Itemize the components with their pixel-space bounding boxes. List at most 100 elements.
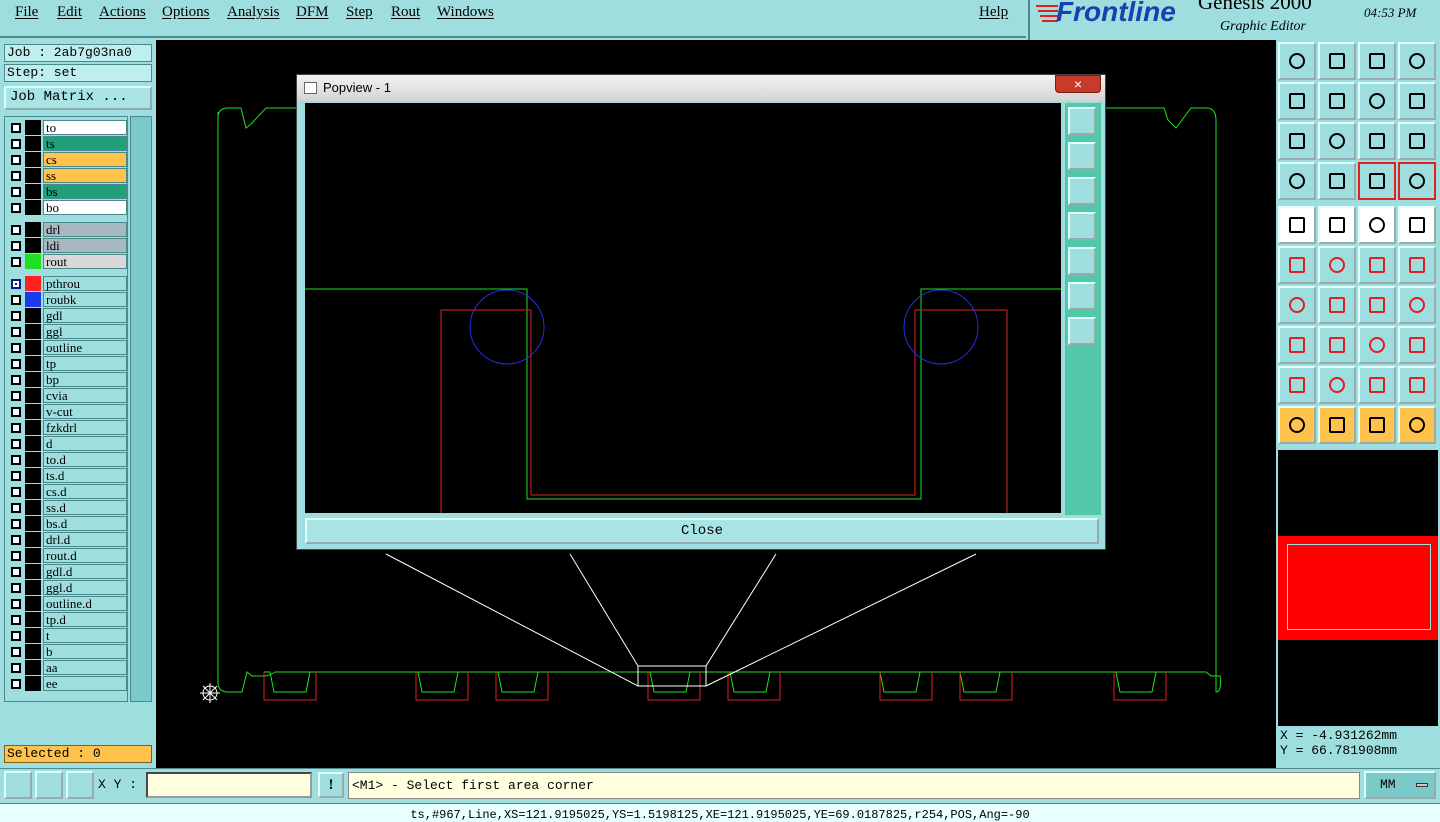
menu-windows[interactable]: Windows <box>437 4 494 21</box>
layer-checkbox[interactable] <box>11 503 21 513</box>
layer-row[interactable]: drl <box>7 222 127 237</box>
select-pad-icon[interactable] <box>1278 206 1316 244</box>
close-icon[interactable]: × <box>1055 75 1101 93</box>
layer-name[interactable]: tp.d <box>43 612 127 627</box>
home-view-icon[interactable] <box>1358 42 1396 80</box>
layer-row[interactable]: to.d <box>7 452 127 467</box>
layer-checkbox[interactable] <box>11 439 21 449</box>
pad-shape-icon[interactable] <box>1398 206 1436 244</box>
menu-options[interactable]: Options <box>162 4 210 21</box>
center-view-icon[interactable] <box>1318 122 1356 160</box>
edit-line-icon[interactable] <box>1318 286 1356 324</box>
add-feature-icon[interactable] <box>1398 246 1436 284</box>
layer-checkbox[interactable] <box>11 535 21 545</box>
layer-name[interactable]: outline <box>43 340 127 355</box>
layer-name[interactable]: drl <box>43 222 127 237</box>
layer-row[interactable]: gdl <box>7 308 127 323</box>
rotate-feature-icon[interactable] <box>1358 286 1396 324</box>
layer-row[interactable]: t <box>7 628 127 643</box>
move-feature-icon[interactable] <box>1358 246 1396 284</box>
layer-row[interactable]: rout.d <box>7 548 127 563</box>
menu-step[interactable]: Step <box>346 4 373 21</box>
layer-row[interactable]: ts <box>7 136 127 151</box>
layer-checkbox[interactable] <box>11 391 21 401</box>
menu-file[interactable]: File <box>15 4 38 21</box>
layer-row[interactable]: bs.d <box>7 516 127 531</box>
layer-row[interactable]: roubk <box>7 292 127 307</box>
ruler-measure-icon[interactable] <box>1358 206 1396 244</box>
popview-zoom-home-button[interactable] <box>1068 317 1096 345</box>
popview-pan-down-button[interactable] <box>1068 177 1096 205</box>
measure-pin-icon[interactable] <box>1318 162 1356 200</box>
layer-row[interactable]: bs <box>7 184 127 199</box>
window-split-icon[interactable] <box>1398 42 1436 80</box>
layer-checkbox[interactable] <box>11 471 21 481</box>
layer-checkbox[interactable] <box>11 225 21 235</box>
layer-row[interactable]: bp <box>7 372 127 387</box>
layer-checkbox[interactable] <box>11 567 21 577</box>
menu-actions[interactable]: Actions <box>99 4 146 21</box>
layer-name[interactable]: roubk <box>43 292 127 307</box>
layer-name[interactable]: ee <box>43 676 127 691</box>
popview-pan-up-button[interactable] <box>1068 142 1096 170</box>
layer-checkbox[interactable] <box>11 359 21 369</box>
layer-row[interactable]: outline <box>7 340 127 355</box>
units-dropdown[interactable]: MM <box>1364 771 1436 799</box>
delete-feature-icon[interactable] <box>1318 246 1356 284</box>
layer-checkbox[interactable] <box>11 279 21 289</box>
layer-checkbox[interactable] <box>11 679 21 689</box>
menu-dfm[interactable]: DFM <box>296 4 329 21</box>
connect-pads-icon[interactable] <box>1278 246 1316 284</box>
layer-name[interactable]: rout <box>43 254 127 269</box>
popview-zoom-in-button[interactable] <box>1068 107 1096 135</box>
layer-name[interactable]: d <box>43 436 127 451</box>
layer-row[interactable]: bo <box>7 200 127 215</box>
layer-row[interactable]: ss.d <box>7 500 127 515</box>
layer-row[interactable]: ggl <box>7 324 127 339</box>
layer-name[interactable]: b <box>43 644 127 659</box>
route-select-icon[interactable] <box>1398 406 1436 444</box>
layer-name[interactable]: ts <box>43 136 127 151</box>
layer-name[interactable]: to.d <box>43 452 127 467</box>
layer-checkbox[interactable] <box>11 257 21 267</box>
mirror-icon[interactable] <box>1398 82 1436 120</box>
layer-list-scrollbar[interactable] <box>130 116 152 702</box>
ratio-one-to-two-icon[interactable] <box>1358 122 1396 160</box>
layer-checkbox[interactable] <box>11 187 21 197</box>
add-hole-icon[interactable] <box>1278 326 1316 364</box>
layer-row[interactable]: ss <box>7 168 127 183</box>
polarity-toggle-icon[interactable] <box>1318 206 1356 244</box>
layer-row[interactable]: rout <box>7 254 127 269</box>
grid-icon[interactable] <box>66 771 94 799</box>
text-feature-icon[interactable] <box>1398 286 1436 324</box>
save-layer-icon[interactable] <box>1318 42 1356 80</box>
layer-row[interactable]: aa <box>7 660 127 675</box>
layer-row[interactable]: ggl.d <box>7 580 127 595</box>
layer-name[interactable]: aa <box>43 660 127 675</box>
arc-tool-2-icon[interactable] <box>1358 366 1396 404</box>
job-matrix-button[interactable]: Job Matrix ... <box>4 86 152 110</box>
layer-name[interactable]: drl.d <box>43 532 127 547</box>
layer-row[interactable]: cs.d <box>7 484 127 499</box>
layer-row[interactable]: cs <box>7 152 127 167</box>
dimension-icon[interactable] <box>1358 326 1396 364</box>
layer-row[interactable]: ee <box>7 676 127 691</box>
select-polygon-icon[interactable] <box>1358 406 1396 444</box>
overview-view-box[interactable] <box>1278 536 1438 640</box>
layer-checkbox[interactable] <box>11 455 21 465</box>
layer-row[interactable]: d <box>7 436 127 451</box>
layer-row[interactable]: tp <box>7 356 127 371</box>
triangle-outline-icon[interactable] <box>1278 366 1316 404</box>
fill-shape-icon[interactable] <box>1398 326 1436 364</box>
layer-checkbox[interactable] <box>11 295 21 305</box>
layer-name[interactable]: bs.d <box>43 516 127 531</box>
arc-mirror-icon[interactable] <box>1398 366 1436 404</box>
layer-checkbox[interactable] <box>11 343 21 353</box>
layer-name[interactable]: cs.d <box>43 484 127 499</box>
popview-titlebar[interactable]: Popview - 1 × <box>297 75 1105 101</box>
select-pointer-icon[interactable] <box>1278 406 1316 444</box>
measure-icon[interactable] <box>35 771 63 799</box>
popview-pan-right-button[interactable] <box>1068 247 1096 275</box>
layer-name[interactable]: gdl.d <box>43 564 127 579</box>
layer-name[interactable]: t <box>43 628 127 643</box>
